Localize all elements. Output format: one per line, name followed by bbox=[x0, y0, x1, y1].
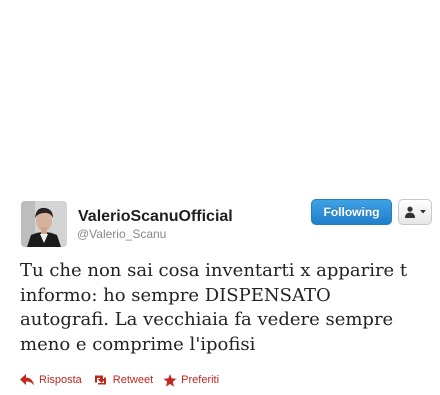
following-button-label: Following bbox=[323, 205, 380, 219]
user-icon bbox=[404, 206, 415, 218]
reply-action[interactable]: Risposta bbox=[20, 374, 82, 386]
reply-arrow-icon bbox=[20, 374, 34, 386]
tweet-text-line: meno e comprime l'ipofisi bbox=[20, 333, 256, 355]
tweet-card: ValerioScanuOfficial @Valerio_Scanu Foll… bbox=[0, 0, 440, 395]
favorite-action[interactable]: Preferiti bbox=[163, 373, 220, 387]
retweet-action[interactable]: Retweet bbox=[92, 374, 153, 386]
display-name[interactable]: ValerioScanuOfficial bbox=[78, 208, 233, 226]
tweet-text: Tu che non sai cosa inventarti x apparir… bbox=[20, 259, 425, 357]
tweet-text-line: autografi. La vecchiaia fa vedere sempre bbox=[20, 309, 394, 330]
caret-down-icon bbox=[419, 210, 426, 214]
tweet-text-line: Tu che non sai cosa inventarti x apparir… bbox=[20, 260, 408, 281]
retweet-icon bbox=[94, 375, 106, 385]
tweet-actions: Risposta Retweet Preferiti bbox=[20, 372, 229, 388]
user-actions-dropdown[interactable] bbox=[398, 199, 432, 225]
retweet-label: Retweet bbox=[112, 374, 154, 386]
avatar[interactable] bbox=[21, 201, 67, 247]
tweet-text-line: informo: ho sempre DISPENSATO bbox=[20, 284, 331, 306]
favorite-label: Preferiti bbox=[181, 374, 220, 386]
screen-name[interactable]: @Valerio_Scanu bbox=[77, 227, 166, 241]
star-icon bbox=[163, 373, 177, 387]
reply-label: Risposta bbox=[39, 374, 82, 386]
following-button[interactable]: Following bbox=[311, 199, 392, 225]
